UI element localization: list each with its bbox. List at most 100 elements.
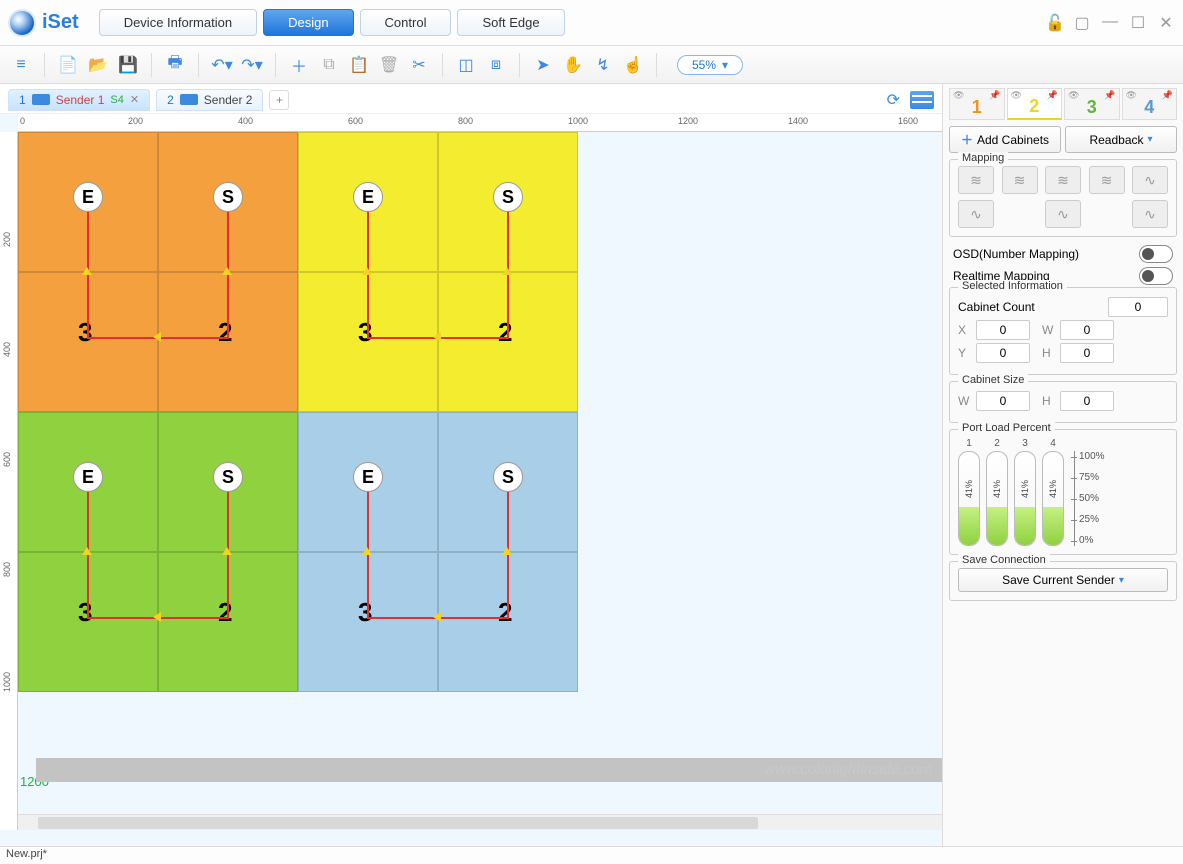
add-icon[interactable]: ＋ [286, 52, 312, 78]
group-icon[interactable]: ◫ [453, 52, 479, 78]
save-connection-group: Save Connection Save Current Sender▾ [949, 561, 1177, 601]
ungroup-icon[interactable]: ⧈ [483, 52, 509, 78]
unlink-icon[interactable]: ✂ [406, 52, 432, 78]
mapping-pattern-7[interactable]: ∿ [1045, 200, 1081, 228]
undo-icon[interactable]: ↶▾ [209, 52, 235, 78]
sender-tabs: 1 Sender 1 S4 ✕ 2 Sender 2 + ⟳ [0, 84, 942, 114]
cabinet-grid[interactable] [18, 132, 578, 692]
mapping-group: Mapping ≋ ≋ ≋ ≋ ∿ ∿ ∿ ∿ [949, 159, 1177, 237]
status-bar: New.prj* [0, 846, 1183, 864]
cabinet-number: 3 [358, 317, 372, 348]
mapping-pattern-6[interactable]: ∿ [958, 200, 994, 228]
port-4[interactable]: 👁📌4 [1122, 88, 1178, 120]
main-tabs: Device Information Design Control Soft E… [99, 9, 565, 36]
osd-toggle[interactable] [1139, 245, 1173, 263]
watermark: www.colorlightinside.com [764, 761, 932, 778]
screen-icon[interactable]: ▢ [1073, 13, 1091, 33]
mapping-pattern-3[interactable]: ≋ [1045, 166, 1081, 194]
end-marker: E [73, 182, 103, 212]
mapping-pattern-4[interactable]: ≋ [1089, 166, 1125, 194]
end-marker: E [353, 182, 383, 212]
print-icon[interactable]: 🖶 [162, 52, 188, 78]
refresh-icon[interactable]: ⟳ [887, 90, 900, 110]
tab-design[interactable]: Design [263, 9, 353, 36]
port1-gauge: 41% [958, 451, 980, 546]
realtime-toggle[interactable] [1139, 267, 1173, 285]
port-1[interactable]: 👁📌1 [949, 88, 1005, 120]
h-value[interactable]: 0 [1060, 343, 1114, 363]
cs-h-value[interactable]: 0 [1060, 391, 1114, 411]
copy-icon[interactable]: ⧉ [316, 52, 342, 78]
close-tab-icon[interactable]: ✕ [130, 93, 139, 106]
end-marker: E [353, 462, 383, 492]
tab-control[interactable]: Control [360, 9, 452, 36]
sender-tab-1[interactable]: 1 Sender 1 S4 ✕ [8, 89, 150, 111]
x-value[interactable]: 0 [976, 320, 1030, 340]
arrow-icon [82, 547, 92, 555]
mapping-pattern-2[interactable]: ≋ [1002, 166, 1038, 194]
redo-icon[interactable]: ↷▾ [239, 52, 265, 78]
close-icon[interactable]: ✕ [1157, 13, 1175, 33]
zoom-dropdown[interactable]: 55%▾ [677, 55, 743, 75]
start-marker: S [493, 182, 523, 212]
cabinet-number: 2 [498, 317, 512, 348]
arrow-icon [362, 267, 372, 275]
save-current-sender-button[interactable]: Save Current Sender▾ [958, 568, 1168, 592]
list-view-icon[interactable] [910, 91, 934, 109]
cabinet-number: 2 [498, 597, 512, 628]
add-sender-tab[interactable]: + [269, 90, 289, 110]
vertical-ruler: 200 400 600 800 1000 [0, 132, 18, 830]
arrow-icon [502, 267, 512, 275]
mapping-pattern-1[interactable]: ≋ [958, 166, 994, 194]
save-file-icon[interactable]: 💾 [115, 52, 141, 78]
sender-icon [180, 94, 198, 105]
cabinet-number: 3 [358, 597, 372, 628]
toolbar: ≡ 📄 📂 💾 🖶 ↶▾ ↷▾ ＋ ⧉ 📋 🗑 ✂ ◫ ⧈ ➤ ✋ ↯ ☝ 55… [0, 46, 1183, 84]
minimize-icon[interactable]: — [1101, 13, 1119, 33]
arrow-icon [362, 547, 372, 555]
readback-button[interactable]: Readback▾ [1065, 126, 1177, 153]
click-icon[interactable]: ☝ [620, 52, 646, 78]
pointer-icon[interactable]: ➤ [530, 52, 556, 78]
mapping-pattern-5[interactable]: ∿ [1132, 166, 1168, 194]
app-logo: iSet [8, 9, 79, 37]
title-bar: iSet Device Information Design Control S… [0, 0, 1183, 46]
port3-gauge: 41% [1014, 451, 1036, 546]
add-cabinets-button[interactable]: ＋Add Cabinets [949, 126, 1061, 153]
port-3[interactable]: 👁📌3 [1064, 88, 1120, 120]
cs-w-value[interactable]: 0 [976, 391, 1030, 411]
arrow-icon [82, 267, 92, 275]
paste-icon[interactable]: 📋 [346, 52, 372, 78]
arrow-icon [433, 332, 441, 342]
design-canvas[interactable]: 0 200 400 600 800 1000 1200 1400 1600 20… [0, 114, 942, 846]
cabinet-number: 3 [78, 597, 92, 628]
start-marker: S [493, 462, 523, 492]
port4-gauge: 41% [1042, 451, 1064, 546]
arrow-icon [153, 612, 161, 622]
sender-tab-2[interactable]: 2 Sender 2 [156, 89, 263, 111]
start-marker: S [213, 462, 243, 492]
mapping-pattern-8[interactable]: ∿ [1132, 200, 1168, 228]
logo-icon [8, 9, 36, 37]
selected-info-group: Selected Information Cabinet Count0 X0 W… [949, 287, 1177, 375]
port-load-group: Port Load Percent 141% 241% 341% 441% 10… [949, 429, 1177, 555]
right-panel: 👁📌1 👁📌2 👁📌3 👁📌4 ＋Add Cabinets Readback▾ … [943, 84, 1183, 846]
w-value[interactable]: 0 [1060, 320, 1114, 340]
menu-icon[interactable]: ≡ [8, 52, 34, 78]
unlock-icon[interactable]: 🔓 [1045, 13, 1063, 33]
cabinet-number: 3 [78, 317, 92, 348]
app-name: iSet [42, 11, 79, 34]
new-file-icon[interactable]: 📄 [55, 52, 81, 78]
maximize-icon[interactable]: ☐ [1129, 13, 1147, 33]
cabinet-number: 2 [218, 597, 232, 628]
horizontal-scrollbar[interactable] [18, 814, 942, 830]
tab-device-information[interactable]: Device Information [99, 9, 257, 36]
lasso-icon[interactable]: ↯ [590, 52, 616, 78]
hand-icon[interactable]: ✋ [560, 52, 586, 78]
open-file-icon[interactable]: 📂 [85, 52, 111, 78]
cabinet-number: 2 [218, 317, 232, 348]
y-value[interactable]: 0 [976, 343, 1030, 363]
tab-soft-edge[interactable]: Soft Edge [457, 9, 564, 36]
delete-icon[interactable]: 🗑 [376, 52, 402, 78]
port-2[interactable]: 👁📌2 [1007, 88, 1063, 120]
